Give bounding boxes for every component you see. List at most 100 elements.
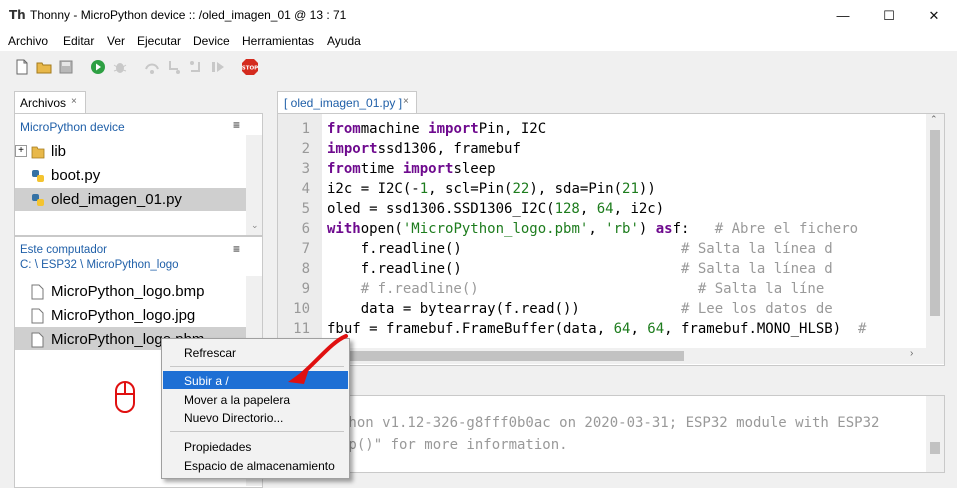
line-number: 1 xyxy=(301,121,310,137)
code-line: fromtime importsleep xyxy=(327,161,496,177)
menu-ayuda[interactable]: Ayuda xyxy=(327,34,361,48)
code-token: # Salta la línea d xyxy=(681,241,833,257)
code-token: # f.readline() # Salta la líne xyxy=(327,281,825,297)
menu-ver[interactable]: Ver xyxy=(107,34,125,48)
code-line: data = bytearray(f.read()) # Lee los dat… xyxy=(327,301,833,317)
resume-icon[interactable] xyxy=(210,59,226,75)
python-file-icon xyxy=(32,170,44,182)
minimize-button[interactable]: — xyxy=(820,0,866,31)
code-token: sleep xyxy=(453,161,496,177)
code-token: 64 xyxy=(596,201,614,217)
code-token: 128 xyxy=(554,201,580,217)
code-token: from xyxy=(327,161,361,177)
step-out-icon[interactable] xyxy=(188,59,204,75)
code-token: 1 xyxy=(419,181,429,197)
tree-item-logo-jpg[interactable]: MicroPython_logo.jpg xyxy=(51,307,195,324)
code-token: 'rb' xyxy=(605,221,639,237)
step-into-icon[interactable] xyxy=(166,59,182,75)
python-file-icon xyxy=(32,194,44,206)
code-token: , i2c) xyxy=(613,201,665,217)
menu-ejecutar[interactable]: Ejecutar xyxy=(137,34,181,48)
editor-vertical-scrollbar[interactable]: ⌃ xyxy=(926,114,944,348)
code-token: , scl=Pin( xyxy=(428,181,513,197)
device-header: MicroPython device xyxy=(20,120,125,134)
code-token: fbuf = framebuf.FrameBuffer(data, xyxy=(327,321,614,337)
tab-archivos-close-icon[interactable]: × xyxy=(71,96,77,107)
file-icon xyxy=(31,332,44,348)
code-token: import xyxy=(327,141,378,157)
tree-item-oled-imagen-01-py[interactable]: oled_imagen_01.py xyxy=(51,191,182,208)
editor-horizontal-scrollbar[interactable]: › xyxy=(322,348,944,364)
code-token: from xyxy=(327,121,361,137)
shell-panel[interactable] xyxy=(277,395,945,473)
code-token: open( xyxy=(360,221,403,237)
step-over-icon[interactable] xyxy=(144,59,160,75)
ctx-nuevo-directorio[interactable]: Nuevo Directorio... xyxy=(184,411,283,425)
menu-editar[interactable]: Editar xyxy=(63,34,94,48)
code-token: oled = ssd1306.SSD1306_I2C( xyxy=(327,201,555,217)
debug-icon[interactable] xyxy=(112,59,128,75)
menu-herramientas[interactable]: Herramientas xyxy=(242,34,314,48)
file-icon xyxy=(31,284,44,300)
code-token: import xyxy=(428,121,479,137)
code-token: , xyxy=(630,321,648,337)
code-token: ssd1306, framebuf xyxy=(377,141,521,157)
computer-path[interactable]: C: \ ESP32 \ MicroPython_logo xyxy=(20,259,179,271)
code-token: ) xyxy=(638,221,656,237)
save-icon[interactable] xyxy=(58,59,74,75)
menu-device[interactable]: Device xyxy=(193,34,230,48)
maximize-button[interactable]: ☐ xyxy=(866,0,912,31)
menu-archivo[interactable]: Archivo xyxy=(8,34,48,48)
new-file-icon[interactable] xyxy=(14,59,30,75)
code-token: f.readline() xyxy=(327,261,682,277)
code-token: import xyxy=(402,161,454,177)
line-number: 3 xyxy=(301,161,310,177)
shell-line: thon v1.12-326-g8fff0b0ac on 2020-03-31;… xyxy=(340,415,880,431)
code-token: f: xyxy=(672,221,715,237)
line-number: 8 xyxy=(301,261,310,277)
editor-tab-close-icon[interactable]: × xyxy=(403,96,409,107)
tree-item-boot-py[interactable]: boot.py xyxy=(51,167,100,184)
code-token: , xyxy=(579,201,597,217)
code-token: with xyxy=(327,221,361,237)
run-icon[interactable] xyxy=(90,59,106,75)
line-number: 9 xyxy=(301,281,310,297)
code-token: 22 xyxy=(512,181,530,197)
code-line: f.readline() # Salta la línea d xyxy=(327,261,833,277)
device-menu-icon[interactable]: ≡ xyxy=(233,118,240,132)
line-number: 10 xyxy=(293,301,310,317)
line-number: 7 xyxy=(301,241,310,257)
shell-scrollbar[interactable] xyxy=(926,396,944,472)
code-line: fbuf = framebuf.FrameBuffer(data, 64, 64… xyxy=(327,321,866,337)
open-folder-icon[interactable] xyxy=(36,59,52,75)
code-token: time xyxy=(360,161,403,177)
ctx-mover-papelera[interactable]: Mover a la papelera xyxy=(184,393,290,407)
code-token: , framebuf.MONO_HLSB) xyxy=(664,321,859,337)
ctx-refrescar[interactable]: Refrescar xyxy=(184,346,236,360)
code-line: withopen('MicroPython_logo.pbm', 'rb') a… xyxy=(327,221,858,237)
code-token: 64 xyxy=(613,321,631,337)
ctx-subir-a[interactable]: Subir a / xyxy=(184,374,229,388)
code-token: machine xyxy=(360,121,429,137)
computer-header: Este computador xyxy=(20,244,107,256)
close-window-button[interactable]: ✕ xyxy=(911,0,957,31)
tree-item-logo-bmp[interactable]: MicroPython_logo.bmp xyxy=(51,283,204,300)
annotation-arrow-icon xyxy=(288,334,348,384)
ctx-propiedades[interactable]: Propiedades xyxy=(184,440,251,454)
computer-menu-icon[interactable]: ≡ xyxy=(233,242,240,256)
device-scrollbar[interactable]: ⌄ xyxy=(246,135,262,235)
lib-expander[interactable]: + xyxy=(15,145,27,157)
code-token: # Salta la línea d xyxy=(681,261,833,277)
stop-icon[interactable]: STOP xyxy=(241,58,259,76)
code-token: f.readline() xyxy=(327,241,682,257)
code-line: f.readline() # Salta la línea d xyxy=(327,241,833,257)
ctx-espacio-almacenamiento[interactable]: Espacio de almacenamiento xyxy=(184,459,335,473)
code-token: # Abre el fichero xyxy=(714,221,859,237)
line-number: 4 xyxy=(301,181,310,197)
code-token: 64 xyxy=(647,321,665,337)
tree-item-lib[interactable]: lib xyxy=(51,143,66,160)
tab-archivos-label: Archivos xyxy=(20,96,67,110)
code-line: # f.readline() # Salta la líne xyxy=(327,281,825,297)
editor-tab-label: [ oled_imagen_01.py ] xyxy=(284,96,403,110)
code-token: )) xyxy=(638,181,656,197)
